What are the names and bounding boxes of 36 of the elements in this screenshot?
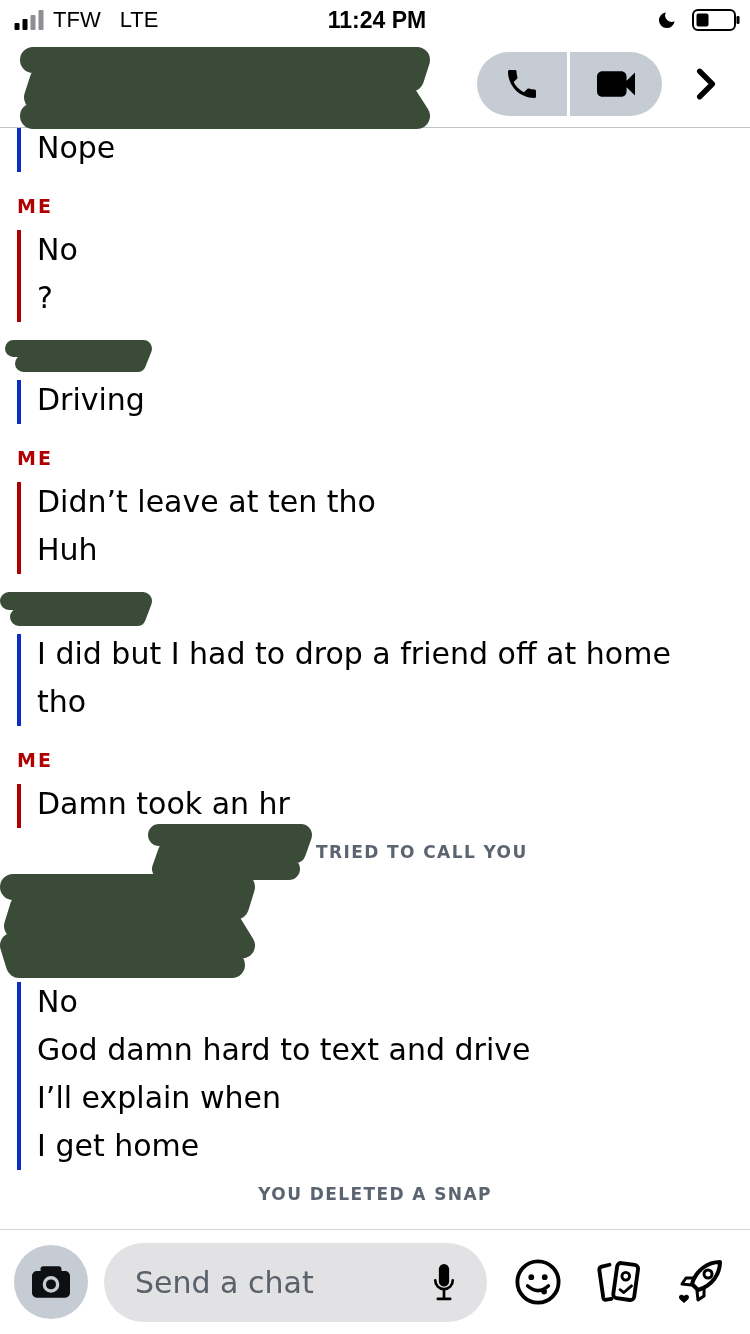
message-text: Driving — [37, 382, 145, 417]
microphone-icon[interactable] — [432, 1262, 456, 1301]
video-call-button[interactable] — [570, 51, 662, 116]
signal-bars-icon — [14, 10, 44, 30]
video-camera-icon — [597, 70, 635, 97]
carrier-name: TFW — [53, 7, 101, 33]
sender-label: ME — [17, 748, 53, 772]
message-text: No — [37, 984, 78, 1019]
message-text: ? — [37, 280, 53, 315]
message-bar — [17, 128, 21, 172]
sender-label: ME — [17, 194, 53, 218]
chat-input-field[interactable]: Send a chat — [104, 1242, 487, 1322]
phone-icon — [508, 69, 536, 98]
smiley-icon[interactable] — [515, 1259, 561, 1305]
sender-label: ME — [17, 446, 53, 470]
message-text: Nope — [37, 130, 116, 165]
message-text: God damn hard to text and drive — [37, 1032, 531, 1067]
camera-icon — [32, 1266, 70, 1298]
message-text: No — [37, 232, 78, 267]
moon-icon — [658, 11, 675, 29]
call-button[interactable] — [477, 51, 567, 116]
battery-icon — [692, 9, 740, 31]
message-bar — [17, 784, 21, 828]
chevron-right-icon[interactable] — [695, 66, 717, 101]
message-text: I did but I had to drop a friend off at home tho — [37, 636, 671, 719]
status-time: 11:24 PM — [327, 6, 427, 34]
message-text: Didn’t leave at ten tho — [37, 484, 376, 519]
rocket-icon[interactable] — [676, 1258, 724, 1306]
notice-text: TRIED TO CALL YOU — [316, 842, 528, 862]
message-text: I get home — [37, 1128, 200, 1163]
message-bar — [17, 380, 21, 424]
network-type: LTE — [119, 7, 159, 33]
message-text: Huh — [37, 532, 98, 567]
message-text: Damn took an hr — [37, 786, 290, 821]
message-text: I’ll explain when — [37, 1080, 281, 1115]
notice-text: YOU DELETED A SNAP — [258, 1184, 492, 1204]
